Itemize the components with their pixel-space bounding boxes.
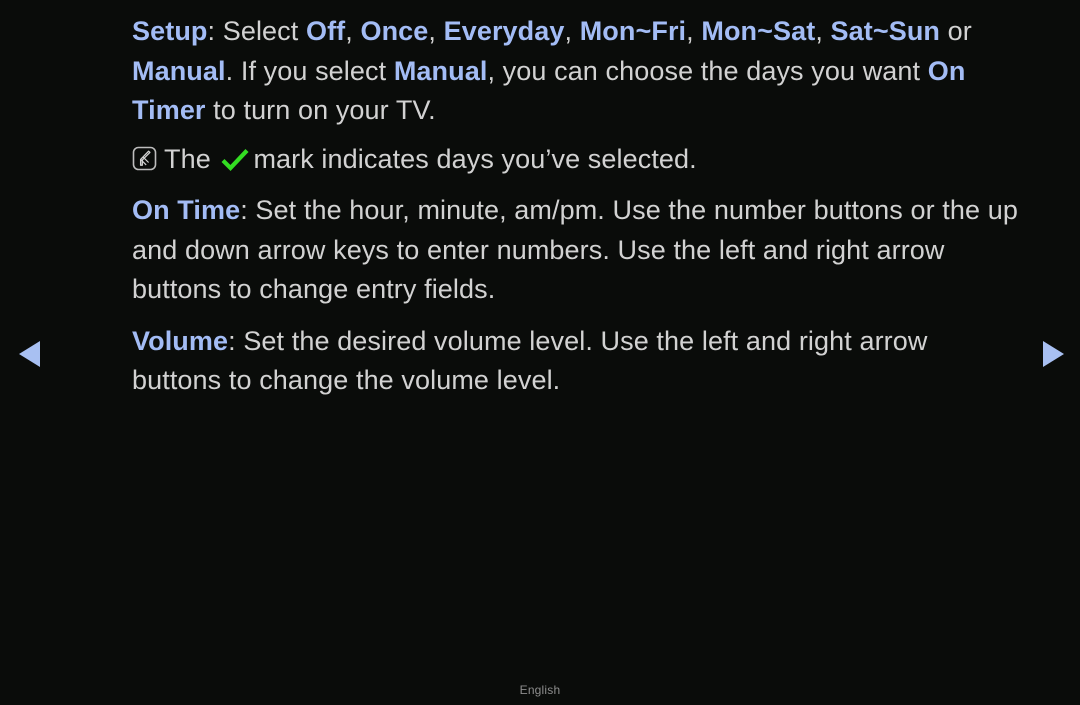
option-once: Once [360, 16, 429, 46]
note-paragraph: The mark indicates days you’ve selected. [132, 140, 1024, 180]
term-manual-2: Manual [393, 55, 488, 86]
e-manual-page: Setup: Select Off, Once, Everyday, Mon~F… [0, 0, 1080, 705]
option-mon-sat: Mon~Sat [701, 16, 816, 46]
sep-1: , [345, 16, 361, 46]
note-icon [132, 146, 157, 171]
option-manual: Manual [132, 55, 226, 86]
term-setup: Setup [132, 16, 208, 46]
end-punct: . [225, 55, 234, 86]
content-column: Setup: Select Off, Once, Everyday, Mon~F… [132, 12, 1024, 410]
on-time-text: : Set the hour, minute, am/pm. Use the n… [132, 195, 1018, 304]
setup-after-term: : Select [207, 16, 306, 46]
sep-2: , [428, 16, 444, 46]
triangle-left-icon [19, 341, 40, 367]
setup-sentence-2a: If you select [240, 55, 394, 86]
option-sat-sun: Sat~Sun [830, 16, 941, 46]
or-word: or [940, 16, 972, 46]
option-off: Off [305, 16, 346, 46]
option-mon-fri: Mon~Fri [579, 16, 687, 46]
note-before-check: The [164, 143, 219, 174]
previous-page-arrow-button[interactable] [13, 337, 47, 371]
triangle-right-icon [1043, 341, 1064, 367]
sep-4: , [686, 16, 702, 46]
option-everyday: Everyday [443, 16, 565, 46]
note-after-check: mark indicates days you’ve selected. [253, 143, 697, 174]
setup-sentence-2c: to turn on your TV. [205, 95, 436, 125]
language-label[interactable]: English [0, 683, 1080, 697]
check-icon [220, 147, 250, 172]
term-on-time: On Time [132, 195, 241, 225]
sep-5: , [815, 16, 831, 46]
volume-text: : Set the desired volume level. Use the … [132, 325, 928, 396]
volume-paragraph: Volume: Set the desired volume level. Us… [132, 322, 1024, 401]
sep-3: , [564, 16, 580, 46]
on-time-paragraph: On Time: Set the hour, minute, am/pm. Us… [132, 191, 1024, 310]
setup-paragraph: Setup: Select Off, Once, Everyday, Mon~F… [132, 12, 1024, 131]
next-page-arrow-button[interactable] [1036, 337, 1070, 371]
setup-sentence-2b: , you can choose the days you want [487, 55, 928, 86]
term-volume: Volume [132, 325, 229, 356]
